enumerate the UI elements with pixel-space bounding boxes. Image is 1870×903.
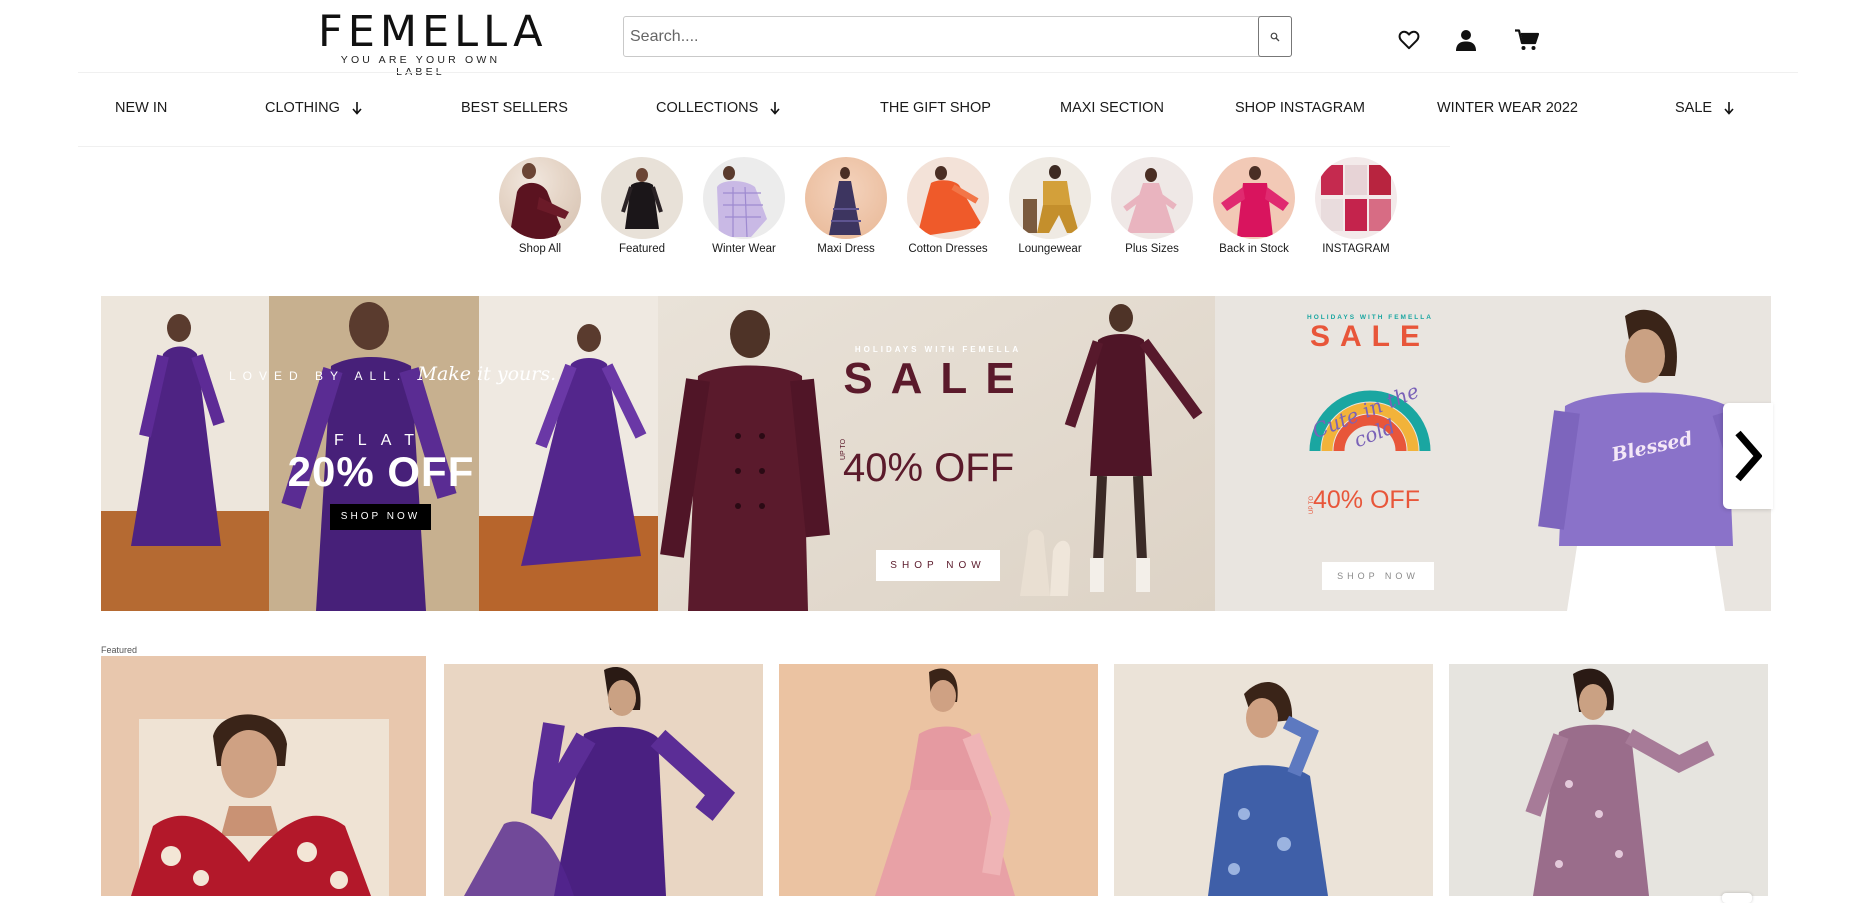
category-back-in-stock[interactable]: Back in Stock	[1203, 157, 1305, 255]
nav-label: THE GIFT SHOP	[880, 100, 991, 116]
category-label: Back in Stock	[1219, 243, 1289, 255]
nav-new-in[interactable]: NEW IN	[115, 100, 167, 116]
category-loungewear[interactable]: Loungewear	[999, 157, 1101, 255]
site-header: FEMELLA YOU ARE YOUR OWN LABEL	[0, 0, 1870, 78]
chevron-right-icon	[1735, 430, 1762, 482]
category-label: Plus Sizes	[1125, 243, 1179, 255]
banner-offer-40: 40% OFF	[843, 446, 1015, 490]
carousel-next-button[interactable]	[1723, 403, 1773, 509]
nav-maxi-section[interactable]: MAXI SECTION	[1060, 100, 1164, 116]
nav-collections[interactable]: COLLECTIONS	[656, 100, 780, 116]
arrow-down-icon	[770, 101, 780, 115]
nav-winter-wear[interactable]: WINTER WEAR 2022	[1437, 100, 1578, 116]
banner-slide-cute-cold[interactable]: HOLIDAYS WITH FEMELLA SALE Cute in the c…	[1215, 296, 1771, 611]
category-label: Cotton Dresses	[908, 243, 988, 255]
scroll-next-tab[interactable]	[1722, 893, 1752, 903]
category-maxi-dress[interactable]: Maxi Dress	[795, 157, 897, 255]
hero-carousel: LOVED BY ALL. Make it yours. FLAT 20% OF…	[101, 296, 1771, 611]
nav-label: WINTER WEAR 2022	[1437, 100, 1578, 116]
cart-icon	[1515, 29, 1539, 50]
logo-wordmark: FEMELLA	[318, 7, 548, 57]
category-thumbnail	[1111, 157, 1193, 239]
product-card[interactable]	[1449, 664, 1768, 896]
banner-shop-now-button[interactable]: SHOP NOW	[1322, 562, 1434, 590]
category-thumbnail	[499, 157, 581, 239]
banner-sale-headline: SALE	[1309, 320, 1430, 353]
cart-button[interactable]	[1514, 27, 1540, 53]
nav-label: MAXI SECTION	[1060, 100, 1164, 116]
category-instagram[interactable]: INSTAGRAM	[1305, 157, 1407, 255]
category-thumbnail	[805, 157, 887, 239]
product-image-blue-floral	[1114, 664, 1433, 896]
category-label: Featured	[618, 243, 666, 255]
banner-slide-flat-20[interactable]: LOVED BY ALL. Make it yours. FLAT 20% OF…	[101, 296, 658, 611]
category-thumbnail	[601, 157, 683, 239]
category-label: Loungewear	[1018, 243, 1082, 255]
category-winter-wear[interactable]: Winter Wear	[693, 157, 795, 255]
product-card[interactable]	[779, 664, 1098, 896]
category-label: Maxi Dress	[817, 243, 875, 255]
product-card[interactable]	[444, 664, 763, 896]
category-thumbnail	[1213, 157, 1295, 239]
banner-shop-now-button[interactable]: SHOP NOW	[876, 550, 1000, 581]
category-label: Shop All	[518, 243, 562, 255]
brand-logo[interactable]: FEMELLA YOU ARE YOUR OWN LABEL	[318, 7, 548, 79]
product-image-purple-dress	[444, 664, 763, 896]
banner-slide-sale-40[interactable]: HOLIDAYS WITH FEMELLA SALE UP TO 40% OFF…	[658, 296, 1215, 611]
nav-label: SHOP INSTAGRAM	[1235, 100, 1365, 116]
nav-gift-shop[interactable]: THE GIFT SHOP	[880, 100, 991, 116]
product-image-pink-dress	[779, 664, 1098, 896]
category-cotton-dresses[interactable]: Cotton Dresses	[897, 157, 999, 255]
nav-label: CLOTHING	[265, 100, 340, 116]
featured-section-label: Featured	[101, 645, 138, 655]
nav-label: SALE	[1675, 100, 1713, 116]
product-image-lilac-floral	[1449, 664, 1768, 896]
nav-label: COLLECTIONS	[656, 100, 759, 116]
main-nav: NEW IN CLOTHING BEST SELLERS COLLECTIONS…	[78, 72, 1798, 148]
category-label: INSTAGRAM	[1322, 243, 1390, 255]
product-card[interactable]	[1114, 664, 1433, 896]
category-featured[interactable]: Featured	[591, 157, 693, 255]
search-input[interactable]	[624, 17, 1260, 56]
product-image-red-floral	[131, 714, 389, 896]
nav-clothing[interactable]: CLOTHING	[265, 100, 362, 116]
category-thumbnail	[907, 157, 989, 239]
nav-sale[interactable]: SALE	[1675, 100, 1734, 116]
account-button[interactable]	[1453, 27, 1479, 53]
search-icon	[1270, 32, 1280, 41]
nav-best-sellers[interactable]: BEST SELLERS	[461, 100, 568, 116]
banner-tagline-script: Make it yours.	[417, 363, 557, 385]
user-icon	[1456, 30, 1476, 51]
banner-eyebrow: HOLIDAYS WITH FEMELLA	[854, 345, 1022, 354]
heart-icon	[1398, 30, 1420, 50]
search-bar	[623, 16, 1292, 57]
category-plus-sizes[interactable]: Plus Sizes	[1101, 157, 1203, 255]
banner-offer-20: 20% OFF	[287, 448, 475, 495]
wishlist-button[interactable]	[1396, 27, 1422, 53]
banner-sale-headline: SALE	[843, 354, 1033, 403]
banner-shop-now-button[interactable]: SHOP NOW	[330, 504, 431, 530]
banner-tagline-caps: LOVED BY ALL.	[229, 369, 408, 383]
nav-label: NEW IN	[115, 100, 168, 116]
product-card[interactable]	[101, 656, 426, 896]
nav-divider	[78, 146, 1450, 147]
arrow-down-icon	[1724, 101, 1734, 115]
category-thumbnail	[703, 157, 785, 239]
nav-label: BEST SELLERS	[461, 100, 568, 116]
category-shop-all[interactable]: Shop All	[489, 157, 591, 255]
arrow-down-icon	[352, 101, 362, 115]
banner-offer-40: 40% OFF	[1313, 486, 1420, 514]
nav-shop-instagram[interactable]: SHOP INSTAGRAM	[1235, 100, 1365, 116]
search-button[interactable]	[1258, 16, 1292, 57]
category-thumbnail	[1009, 157, 1091, 239]
category-thumbnail	[1315, 157, 1397, 239]
category-label: Winter Wear	[712, 243, 776, 255]
